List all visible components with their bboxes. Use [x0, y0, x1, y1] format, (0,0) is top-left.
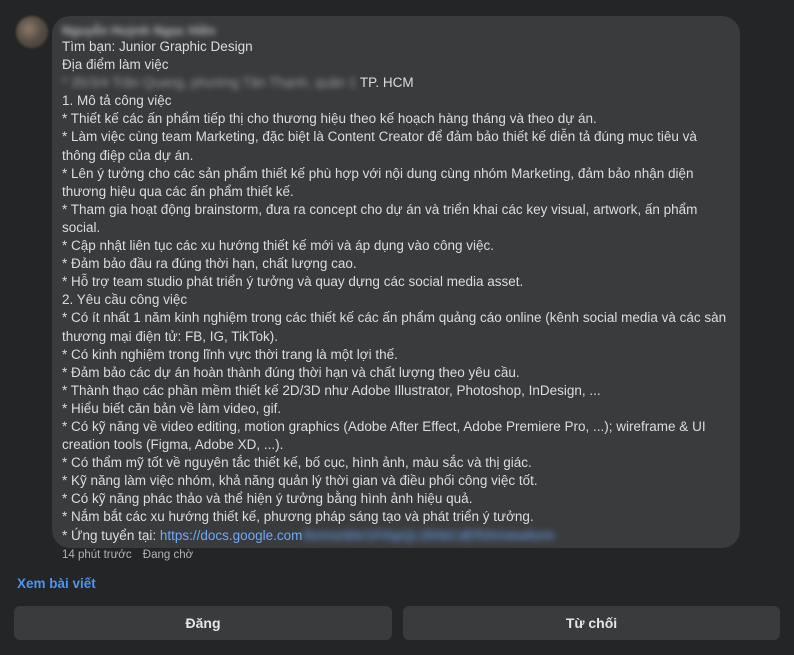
message-line: social.	[62, 219, 101, 235]
address-city: TP. HCM	[356, 75, 414, 91]
address-redacted: * 35/3/4 Trần Quang, phường Tân Thạnh, q…	[62, 75, 357, 91]
view-post-link[interactable]: Xem bài viết	[17, 576, 96, 591]
address-line: * 35/3/4 Trần Quang, phường Tân Thạnh, q…	[62, 74, 728, 92]
apply-prefix: * Ứng tuyển tại:	[62, 527, 160, 543]
section-heading: 2. Yêu cầu công việc	[62, 292, 188, 308]
apply-line: * Ứng tuyển tại: https://docs.google.com…	[62, 527, 728, 545]
message-line: * Có thẩm mỹ tốt về nguyên tắc thiết kế,…	[62, 455, 532, 471]
message-line: * Thiết kế các ấn phẩm tiếp thị cho thươ…	[62, 111, 597, 127]
message-line: * Thành thạo các phần mềm thiết kế 2D/3D…	[62, 382, 601, 398]
message-line: creation tools (Figma, Adobe XD, ...).	[62, 437, 284, 453]
message-line: thông điệp của dự án.	[62, 147, 194, 163]
reject-button-label: Từ chối	[565, 615, 618, 631]
message-line: * Nắm bắt các xu hướng thiết kế, phương …	[62, 509, 534, 525]
message-line: * Tham gia hoạt động brainstorm, đưa ra …	[62, 201, 698, 217]
message-line: * Cập nhật liên tục các xu hướng thiết k…	[62, 238, 494, 254]
message-body: Tìm bạn: Junior Graphic Design Địa điểm …	[62, 38, 728, 545]
message-meta: 14 phút trước Đang chờ	[62, 549, 201, 561]
message-line: thương hiệu qua các ấn phẩm thiết kế.	[62, 183, 294, 199]
message-line: * Lên ý tưởng cho các sản phẩm thiết kế …	[62, 165, 694, 181]
message-line: * Có kỹ năng về video editing, motion gr…	[62, 418, 706, 434]
message-line: thương mại điện tử: FB, IG, TikTok).	[62, 328, 278, 344]
message-line: Địa điểm làm việc	[62, 57, 169, 73]
message-line: Tìm bạn: Junior Graphic Design	[62, 39, 253, 54]
message-line: * Làm việc cùng team Marketing, đặc biệt…	[62, 129, 697, 145]
message-line: * Đảm bảo đầu ra đúng thời hạn, chất lượ…	[62, 256, 357, 272]
message-line: * Kỹ năng làm việc nhóm, khả năng quản l…	[62, 473, 538, 489]
message-line: * Có ít nhất 1 năm kinh nghiệm trong các…	[62, 310, 727, 326]
timestamp: 14 phút trước	[62, 549, 132, 561]
apply-link-redacted[interactable]: /forms/d/e/1FAIpQLSfAbCdEfGh/viewform	[302, 528, 554, 543]
post-button-label: Đăng	[185, 615, 221, 631]
post-button[interactable]: Đăng	[14, 606, 392, 640]
section-heading: 1. Mô tả công việc	[62, 93, 172, 109]
reject-button[interactable]: Từ chối	[403, 606, 780, 640]
message-line: * Hỗ trợ team studio phát triển ý tưởng …	[62, 274, 524, 290]
avatar[interactable]	[16, 16, 48, 48]
message-line: * Có kỹ năng phác thảo và thể hiện ý tưở…	[62, 491, 473, 507]
message-line: * Đảm bảo các dự án hoàn thành đúng thời…	[62, 364, 520, 380]
author-name[interactable]: Nguyễn Huỳnh Ngọc Hiền	[62, 24, 215, 38]
message-bubble: Nguyễn Huỳnh Ngọc Hiền Tìm bạn: Junior G…	[52, 16, 740, 548]
message-line: * Hiểu biết căn bản về làm video, gif.	[62, 400, 282, 416]
status-label: Đang chờ	[142, 549, 194, 561]
message-line: * Có kinh nghiệm trong lĩnh vực thời tra…	[62, 346, 398, 362]
apply-link[interactable]: https://docs.google.com	[160, 528, 303, 543]
